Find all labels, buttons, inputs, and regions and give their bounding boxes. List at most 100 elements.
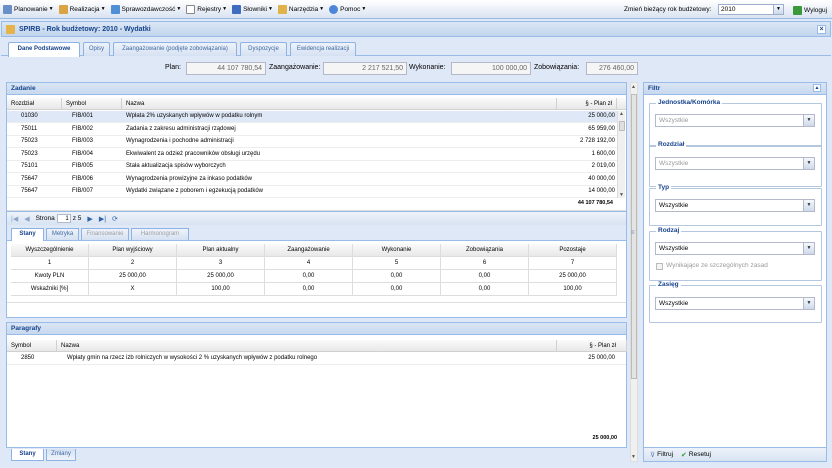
scroll-up-icon[interactable]: ▲ (619, 111, 624, 117)
wykonanie-label: Wykonanie: (409, 64, 446, 71)
filter-rodzaj-select[interactable]: Wszystkie ▼ (655, 242, 815, 255)
cell-rozdzial: 75101 (21, 163, 38, 169)
wykonanie-value: 100 000,00 (451, 62, 531, 75)
first-page-icon[interactable]: |◀ (11, 215, 18, 223)
logout-label: Wyloguj (804, 7, 828, 14)
menu-narzedzia[interactable]: Narzędzia ▼ (277, 4, 324, 14)
bottom-tab-zmiany[interactable]: Zmiany (46, 449, 76, 461)
cell-symbol: FIB/001 (72, 113, 94, 119)
table-row[interactable]: 2850 Wpłaty gmin na rzecz izb rolniczych… (7, 353, 626, 365)
scroll-down-icon[interactable]: ▼ (619, 192, 624, 198)
chevron-down-icon: ▼ (100, 6, 106, 12)
cell-nazwa: Zadania z zakresu administracji rządowej (126, 125, 236, 132)
page-label: Strona (35, 215, 55, 222)
logout-button[interactable]: Wyloguj (793, 6, 827, 15)
table-row[interactable]: 01030 FIB/001 Wpłata 2% uzyskanych wpływów… (7, 111, 617, 123)
subtab-stany[interactable]: Stany (11, 228, 44, 241)
filter-jednostka-select[interactable]: Wszystkie ▼ (655, 114, 815, 127)
menu-realizacja[interactable]: Realizacja ▼ (58, 4, 106, 14)
stany-cell: 0,00 (353, 283, 441, 296)
cell-plan: 2 728 192,00 (579, 138, 615, 144)
cell-symbol: FIB/007 (72, 188, 94, 194)
close-icon[interactable]: × (817, 25, 826, 34)
table-row[interactable]: 75647 FIB/007 Wydatki związane z poborem i… (7, 186, 617, 198)
year-select[interactable]: 2010 ▼ (718, 4, 784, 15)
stany-cell: 7 (529, 257, 617, 270)
table-row[interactable]: 75023 FIB/004 Ekwiwalent za odzież pracown… (7, 149, 617, 161)
tab-dane-podstawowe[interactable]: Dane Podstawowe (8, 42, 80, 57)
table-row[interactable]: 75101 FIB/005 Stała aktualizacja spisów wy… (7, 161, 617, 173)
filter-reset-label: Resetuj (688, 451, 711, 458)
scroll-up-icon[interactable]: ▲ (631, 84, 636, 90)
menu-planowanie[interactable]: Planowanie ▼ (3, 4, 54, 14)
tab-opisy[interactable]: Opisy (83, 42, 110, 56)
cell-nazwa: Wydatki związane z poborem i egzekucją p… (126, 188, 264, 194)
scrollbar-thumb[interactable] (631, 94, 637, 379)
col-symbol[interactable]: Symbol (7, 340, 57, 352)
chevron-down-icon: ▼ (803, 158, 814, 169)
table-row[interactable]: 75011 FIB/002 Zadania z zakresu administra… (7, 124, 617, 136)
window-icon (6, 24, 15, 34)
tab-dyspozycje[interactable]: Dyspozycje (240, 42, 287, 56)
col-nazwa[interactable]: Nazwa (57, 340, 557, 352)
collapse-icon[interactable]: ▲ (813, 84, 821, 92)
stany-cell: 100,00 (529, 283, 617, 296)
col-plan[interactable]: § - Plan zł (557, 340, 627, 352)
menu-pomoc-label: Pomoc (340, 5, 361, 13)
filter-rozdzial-select[interactable]: Wszystkie ▼ (655, 157, 815, 170)
filter-footer: ⊽ Filtruj ✔ Resetuj (644, 447, 826, 461)
last-page-icon[interactable]: ▶| (99, 215, 106, 223)
cell-nazwa: Wpłata 2% uzyskanych wpływów w podatku r… (126, 113, 263, 119)
tab-ewidencja-realizacji[interactable]: Ewidencja realizacji (290, 42, 356, 56)
subtab-finansowanie: Finansowanie (81, 228, 129, 240)
subtab-metryka[interactable]: Metryka (46, 228, 79, 240)
filter-group-rozdzial: Rozdział Wszystkie ▼ (649, 141, 822, 187)
menu-slowniki[interactable]: Słowniki ▼ (232, 4, 273, 14)
table-row[interactable]: 75647 FIB/006 Wynagrodzenia prowizyjne za … (7, 174, 617, 186)
menu-sprawozdawczosc[interactable]: Sprawozdawczość ▼ (110, 4, 181, 14)
paragrafy-title: Paragrafy (7, 323, 626, 335)
bottom-tab-stany[interactable]: Stany (11, 449, 44, 461)
stany-cell: 2 (89, 257, 177, 270)
filter-title: Filtr ▲ (644, 83, 826, 95)
menu-sprawozdawczosc-label: Sprawozdawczość (121, 5, 176, 13)
filter-zasieg-select[interactable]: Wszystkie ▼ (655, 297, 815, 310)
filter-rodzaj-value: Wszystkie (659, 245, 689, 252)
next-page-icon[interactable]: ▶ (87, 215, 92, 223)
reset-icon: ✔ (681, 451, 687, 459)
menu-pomoc[interactable]: Pomoc ▼ (329, 4, 366, 14)
menu-rejestry[interactable]: Rejestry ▼ (186, 4, 227, 14)
window-title: SPIRB - Rok budżetowy: 2010 - Wydatki (19, 25, 151, 33)
filter-apply-button[interactable]: ⊽ Filtruj (650, 451, 673, 459)
stany-cell: 100,00 (177, 283, 265, 296)
scroll-down-icon[interactable]: ▼ (631, 454, 636, 460)
col-symbol[interactable]: Symbol (62, 98, 122, 110)
col-plan[interactable]: § - Plan zł (557, 98, 617, 110)
col-rozdzial[interactable]: Rozdział (7, 98, 62, 110)
filter-typ-select[interactable]: Wszystkie ▼ (655, 199, 815, 212)
filter-group-zasieg: Zasięg Wszystkie ▼ (649, 281, 822, 323)
cell-plan: 1 600,00 (591, 150, 615, 157)
stany-row-label: 1 (11, 257, 89, 270)
col-nazwa[interactable]: Nazwa (122, 98, 557, 110)
table-row[interactable]: 75023 FIB/003 Wynagrodzenia i pochodne adm… (7, 136, 617, 148)
stany-row-label: Wskaźniki [%] (11, 283, 89, 296)
plan-value: 44 107 780,54 (186, 62, 266, 75)
cell-rozdzial: 75011 (21, 125, 38, 132)
stany-cell: 0,00 (353, 270, 441, 283)
scrollbar-thumb[interactable] (619, 121, 625, 131)
zadanie-scrollbar[interactable]: ▲ ▼ (617, 111, 625, 198)
prev-page-icon[interactable]: ◀ (24, 215, 29, 223)
filter-typ-label: Typ (656, 184, 672, 191)
reports-icon (110, 4, 120, 14)
realization-icon (58, 4, 68, 14)
page-input[interactable]: 1 (56, 214, 71, 223)
splitter-grip-icon[interactable]: ≡ (631, 230, 635, 236)
main-scrollbar[interactable]: ▲ ▼ ≡ (628, 82, 641, 462)
cell-rozdzial: 75023 (21, 138, 38, 144)
filter-rodzaj-label: Rodzaj (656, 227, 682, 234)
refresh-icon[interactable]: ⟳ (112, 215, 118, 223)
tab-zaangazowanie[interactable]: Zaangażowanie (podjęte zobowiązania) (113, 42, 237, 56)
filter-reset-button[interactable]: ✔ Resetuj (681, 451, 711, 459)
window-header: SPIRB - Rok budżetowy: 2010 - Wydatki × (1, 21, 831, 37)
